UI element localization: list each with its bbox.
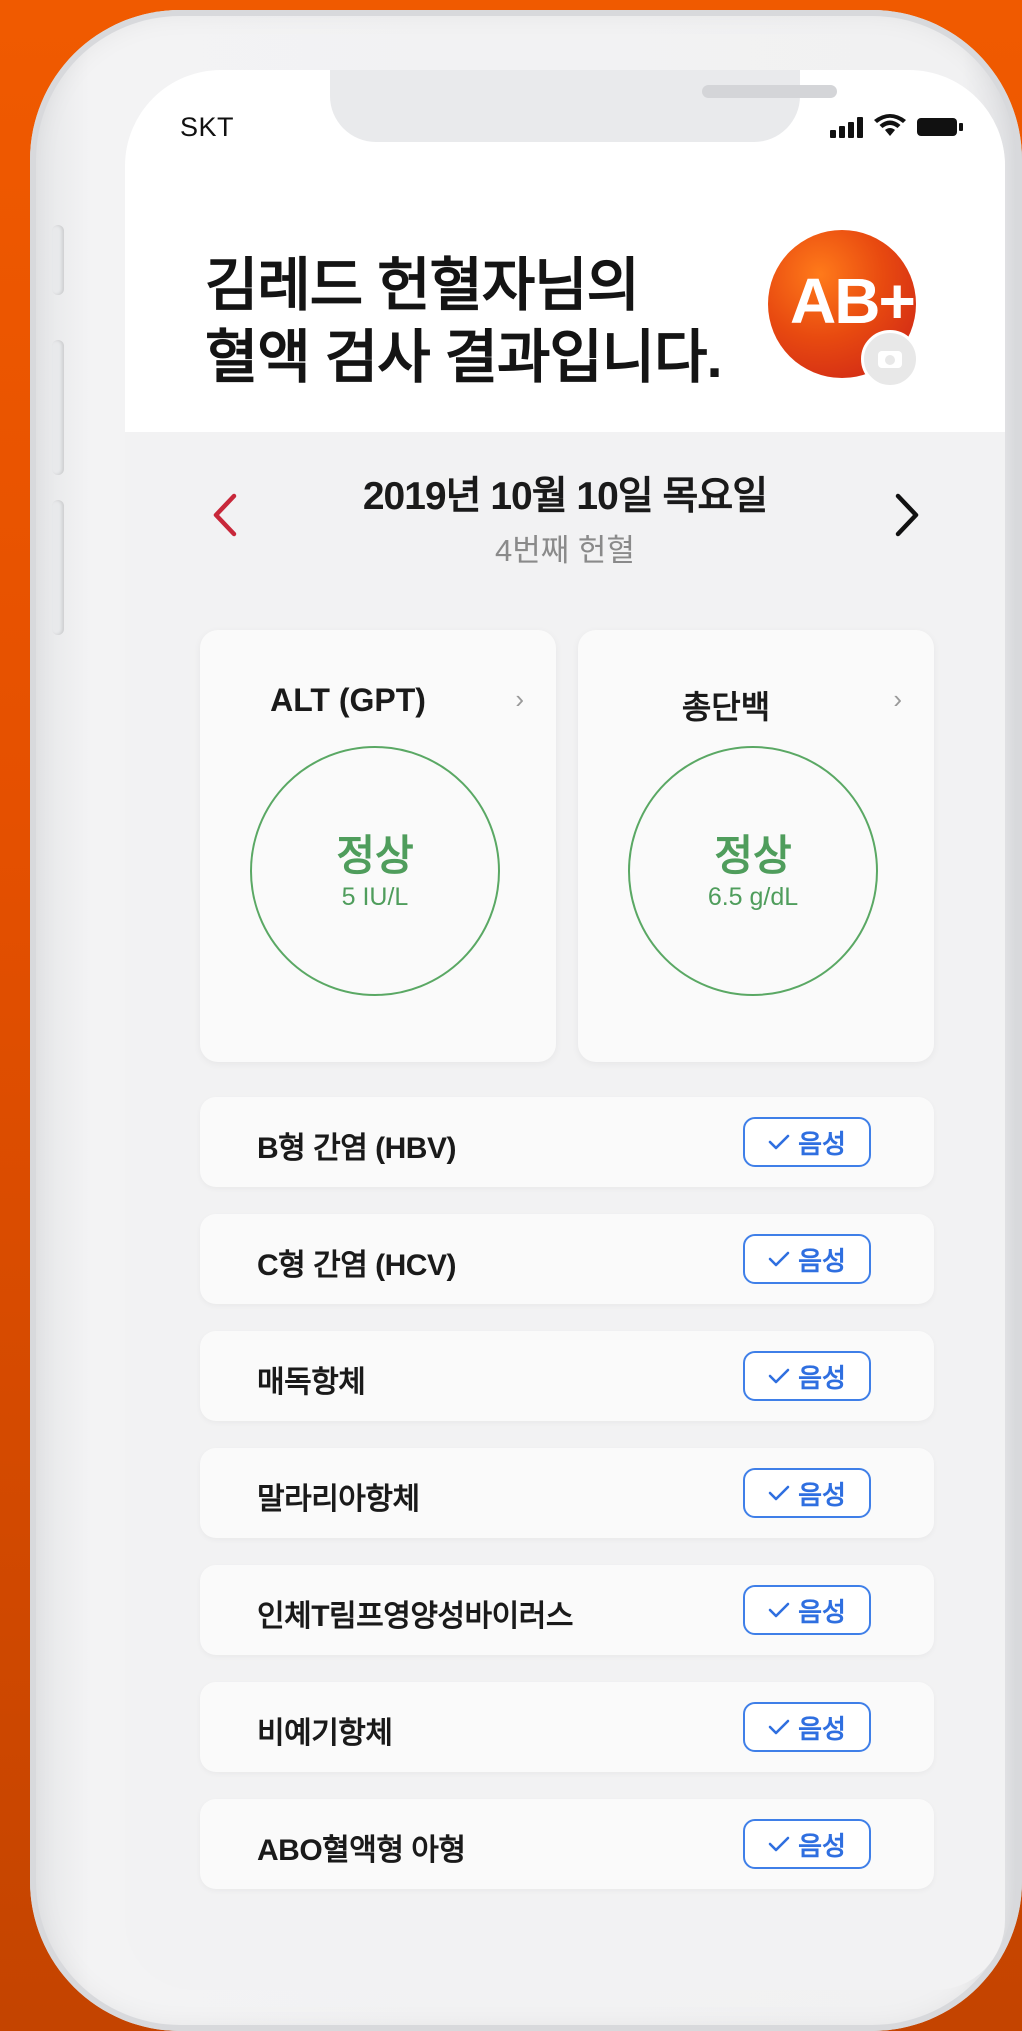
status-gauge: 정상 5 IU/L: [250, 746, 500, 996]
result-text: 음성: [798, 1479, 846, 1510]
next-date-button[interactable]: [887, 485, 927, 545]
result-label: B형 간염 (HBV): [257, 1132, 456, 1165]
donation-count: 4번째 헌혈: [495, 533, 635, 568]
title-line-1: 김레드 헌혈자님의: [205, 253, 640, 318]
camera-icon[interactable]: [861, 330, 919, 388]
check-icon: [768, 1719, 790, 1735]
result-text: 음성: [798, 1830, 846, 1861]
carrier-label: SKT: [180, 112, 235, 142]
result-text: 음성: [798, 1245, 846, 1276]
status-gauge: 정상 6.5 g/dL: [628, 746, 878, 996]
title-line-2: 혈액 검사 결과입니다.: [205, 325, 723, 390]
chevron-right-icon: ›: [893, 684, 902, 714]
speaker: [702, 85, 837, 98]
volume-up-button: [52, 340, 64, 475]
wifi-icon: [874, 114, 906, 136]
date-label: 2019년 10월 10일 목요일: [362, 475, 768, 518]
chevron-right-icon: [895, 493, 919, 537]
screen: SKT 김레드 헌혈자님의 혈액 검사 결과입니다. AB+ 2019년 10월…: [125, 70, 1005, 1990]
list-item[interactable]: ABO혈액형 아형 음성: [200, 1799, 934, 1889]
page-title: 김레드 헌혈자님의 혈액 검사 결과입니다.: [205, 250, 723, 394]
check-icon: [768, 1251, 790, 1267]
gauge-status: 정상: [336, 831, 414, 879]
notch: [330, 70, 837, 142]
result-text: 음성: [798, 1713, 846, 1744]
result-badge: 음성: [743, 1702, 871, 1752]
result-label: ABO혈액형 아형: [257, 1834, 466, 1867]
result-label: 말라리아항체: [257, 1483, 420, 1516]
result-label: C형 간염 (HCV): [257, 1249, 456, 1282]
result-badge: 음성: [743, 1351, 871, 1401]
result-label: 비예기항체: [257, 1717, 393, 1750]
check-icon: [768, 1485, 790, 1501]
list-item[interactable]: C형 간염 (HCV) 음성: [200, 1214, 934, 1304]
check-icon: [768, 1836, 790, 1852]
blood-type-label: AB+: [790, 265, 916, 337]
check-icon: [768, 1368, 790, 1384]
list-item[interactable]: 인체T림프영양성바이러스 음성: [200, 1565, 934, 1655]
result-badge: 음성: [743, 1117, 871, 1167]
list-item[interactable]: B형 간염 (HBV) 음성: [200, 1097, 934, 1187]
signal-icon: [830, 116, 863, 138]
card-title: ALT (GPT): [270, 682, 426, 718]
gauge-value: 6.5 g/dL: [707, 882, 799, 911]
result-label: 인체T림프영양성바이러스: [257, 1600, 573, 1633]
result-badge: 음성: [743, 1468, 871, 1518]
volume-down-button: [52, 500, 64, 635]
battery-icon: [917, 118, 963, 136]
result-label: 매독항체: [257, 1366, 366, 1399]
phone-frame: SKT 김레드 헌혈자님의 혈액 검사 결과입니다. AB+ 2019년 10월…: [30, 10, 1022, 2031]
chevron-right-icon: ›: [515, 684, 524, 714]
status-icons: [830, 114, 963, 138]
check-icon: [768, 1602, 790, 1618]
result-text: 음성: [798, 1596, 846, 1627]
card-total-protein[interactable]: 총단백 › 정상 6.5 g/dL: [578, 630, 934, 1062]
check-icon: [768, 1134, 790, 1150]
gauge-status: 정상: [714, 831, 792, 879]
result-badge: 음성: [743, 1819, 871, 1869]
result-badge: 음성: [743, 1585, 871, 1635]
list-item[interactable]: 비예기항체 음성: [200, 1682, 934, 1772]
mute-switch: [52, 225, 64, 295]
result-text: 음성: [798, 1128, 846, 1159]
card-alt[interactable]: ALT (GPT) › 정상 5 IU/L: [200, 630, 556, 1062]
result-text: 음성: [798, 1362, 846, 1393]
list-item[interactable]: 매독항체 음성: [200, 1331, 934, 1421]
card-title: 총단백: [681, 689, 771, 725]
gauge-value: 5 IU/L: [341, 882, 409, 911]
result-badge: 음성: [743, 1234, 871, 1284]
list-item[interactable]: 말라리아항체 음성: [200, 1448, 934, 1538]
